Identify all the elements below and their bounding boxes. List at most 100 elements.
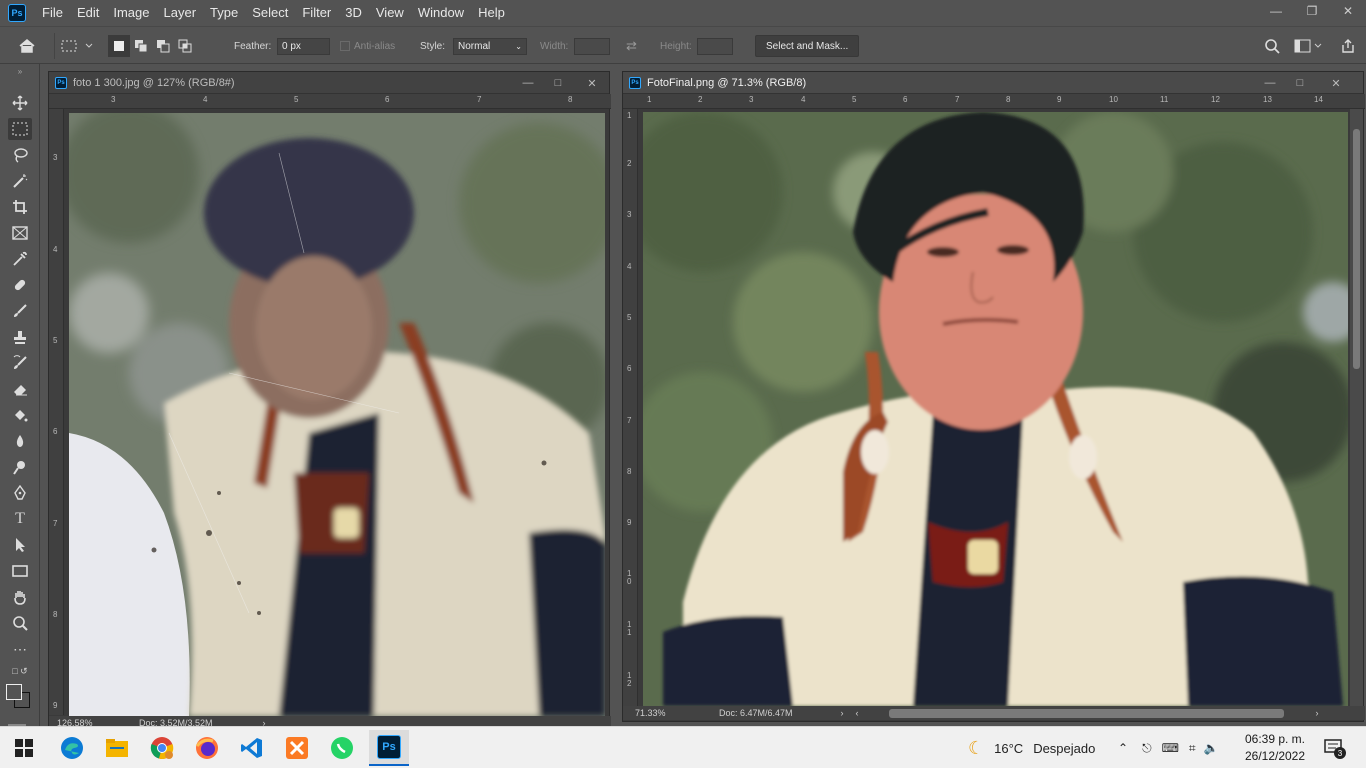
meet-now-icon[interactable]: ⎋ [1142, 741, 1152, 756]
doc2-maximize-icon[interactable]: □ [1285, 72, 1315, 94]
close-icon[interactable]: ✕ [1330, 0, 1366, 22]
share-icon[interactable] [1340, 27, 1356, 65]
doc1-maximize-icon[interactable]: □ [543, 72, 573, 94]
collapse-arrows-icon[interactable]: » [8, 66, 32, 76]
xampp-icon[interactable] [282, 733, 312, 763]
antialias-label: Anti-alias [354, 40, 396, 52]
clock[interactable]: 06:39 p. m. 26/12/2022 [1240, 731, 1310, 765]
horizontal-scrollbar[interactable] [888, 708, 1284, 718]
crop-tool-icon[interactable] [8, 196, 32, 218]
edge-icon[interactable] [57, 733, 87, 763]
rect-marquee-tool-icon[interactable] [8, 118, 32, 140]
height-input[interactable] [697, 37, 733, 55]
workspace-icon[interactable] [1294, 27, 1322, 65]
new-selection-icon[interactable] [108, 35, 130, 57]
intersect-selection-icon[interactable] [174, 35, 196, 57]
zoom-tool-icon[interactable] [8, 612, 32, 634]
add-selection-icon[interactable] [130, 35, 152, 57]
photoshop-logo-icon[interactable]: Ps [8, 4, 26, 22]
wifi-icon[interactable]: ⌗ [1189, 741, 1196, 756]
minimize-icon[interactable]: — [1258, 0, 1294, 22]
type-tool-icon[interactable]: T [8, 508, 32, 530]
move-tool-icon[interactable] [8, 92, 32, 114]
notifications-icon[interactable]: 3 [1324, 739, 1346, 759]
doc2-doc-info[interactable]: Doc: 6.47M/6.47M [719, 708, 793, 718]
antialias-checkbox[interactable] [340, 41, 350, 51]
more-tools-icon[interactable]: ⋯ [8, 638, 32, 660]
swap-icon[interactable]: ⇄ [626, 27, 637, 65]
lasso-tool-icon[interactable] [8, 144, 32, 166]
menu-layer[interactable]: Layer [157, 0, 204, 26]
feather-input[interactable]: 0 px [277, 37, 330, 55]
windows-start-icon[interactable] [9, 733, 39, 763]
volume-icon[interactable]: 🔈 [1204, 741, 1219, 755]
menu-view[interactable]: View [369, 0, 411, 26]
scroll-left-icon[interactable]: ‹ [856, 708, 859, 718]
menu-3d[interactable]: 3D [338, 0, 369, 26]
ruler-label: 7 [627, 416, 632, 425]
eyedropper-tool-icon[interactable] [8, 248, 32, 270]
menu-type[interactable]: Type [203, 0, 245, 26]
language-icon[interactable]: ⌨ [1162, 741, 1179, 755]
doc2-status-arrow-icon[interactable]: › [841, 708, 844, 718]
history-brush-tool-icon[interactable] [8, 352, 32, 374]
healing-brush-tool-icon[interactable] [8, 274, 32, 296]
doc2-close-icon[interactable]: ✕ [1321, 72, 1351, 94]
restore-icon[interactable]: ❐ [1294, 0, 1330, 22]
doc1-minimize-icon[interactable]: — [513, 72, 543, 94]
menu-file[interactable]: File [35, 0, 70, 26]
menu-filter[interactable]: Filter [295, 0, 338, 26]
subtract-selection-icon[interactable] [152, 35, 174, 57]
menu-select[interactable]: Select [245, 0, 295, 26]
doc2-vertical-scrollbar[interactable] [1350, 109, 1363, 707]
eraser-tool-icon[interactable] [8, 378, 32, 400]
ruler-label: 5 [294, 95, 299, 104]
doc1-close-icon[interactable]: ✕ [577, 72, 607, 94]
menu-window[interactable]: Window [411, 0, 471, 26]
scroll-right-icon[interactable]: › [1316, 708, 1319, 718]
foreground-color-swatch[interactable] [6, 684, 22, 700]
dodge-tool-icon[interactable] [8, 456, 32, 478]
style-select[interactable]: Normal ⌄ [453, 37, 527, 55]
show-hidden-icons-icon[interactable]: ⌃ [1118, 741, 1128, 755]
doc1-canvas[interactable] [69, 113, 605, 716]
width-input[interactable] [574, 37, 610, 55]
vscode-icon[interactable] [237, 733, 267, 763]
file-explorer-icon[interactable] [102, 733, 132, 763]
doc2-tab[interactable]: Ps FotoFinal.png @ 71.3% (RGB/8) — □ ✕ [623, 72, 1363, 94]
doc2-minimize-icon[interactable]: — [1255, 72, 1285, 94]
doc2-vertical-ruler[interactable]: 1 2 3 4 5 6 7 8 9 10 11 12 [623, 109, 638, 707]
doc2-horizontal-ruler[interactable]: 1 2 3 4 5 6 7 8 9 10 11 12 13 14 [623, 94, 1365, 109]
pen-tool-icon[interactable] [8, 482, 32, 504]
frame-tool-icon[interactable] [8, 222, 32, 244]
blur-tool-icon[interactable] [8, 430, 32, 452]
menu-image[interactable]: Image [106, 0, 156, 26]
doc1-tab[interactable]: Ps foto 1 300.jpg @ 127% (RGB/8#) — □ ✕ [49, 72, 609, 94]
doc2-canvas[interactable] [643, 112, 1348, 706]
doc1-horizontal-ruler[interactable]: 3 4 5 6 7 8 [49, 94, 611, 109]
magic-wand-tool-icon[interactable] [8, 170, 32, 192]
whatsapp-icon[interactable] [327, 733, 357, 763]
path-selection-tool-icon[interactable] [8, 534, 32, 556]
clone-stamp-tool-icon[interactable] [8, 326, 32, 348]
photoshop-icon[interactable]: Ps [369, 730, 409, 766]
rectangle-tool-icon[interactable] [8, 560, 32, 582]
menu-edit[interactable]: Edit [70, 0, 106, 26]
weather-widget[interactable]: ☾ 16°C Despejado [968, 727, 1095, 768]
scroll-thumb[interactable] [1353, 129, 1360, 369]
home-icon[interactable] [18, 27, 36, 65]
menu-help[interactable]: Help [471, 0, 512, 26]
paint-bucket-tool-icon[interactable] [8, 404, 32, 426]
chrome-icon[interactable] [147, 733, 177, 763]
doc1-vertical-ruler[interactable]: 3 4 5 6 7 8 9 [49, 109, 64, 715]
hand-tool-icon[interactable] [8, 586, 32, 608]
swap-colors-icon[interactable]: □ ↺ [8, 664, 32, 678]
search-icon[interactable] [1264, 27, 1280, 65]
select-and-mask-button[interactable]: Select and Mask... [755, 35, 860, 57]
marquee-preset-icon[interactable] [60, 27, 94, 65]
document-window-2[interactable]: Ps FotoFinal.png @ 71.3% (RGB/8) — □ ✕ 1… [622, 71, 1365, 722]
document-window-1[interactable]: Ps foto 1 300.jpg @ 127% (RGB/8#) — □ ✕ … [48, 71, 611, 730]
doc2-zoom-level[interactable]: 71.33% [635, 708, 719, 718]
brush-tool-icon[interactable] [8, 300, 32, 322]
firefox-icon[interactable] [192, 733, 222, 763]
